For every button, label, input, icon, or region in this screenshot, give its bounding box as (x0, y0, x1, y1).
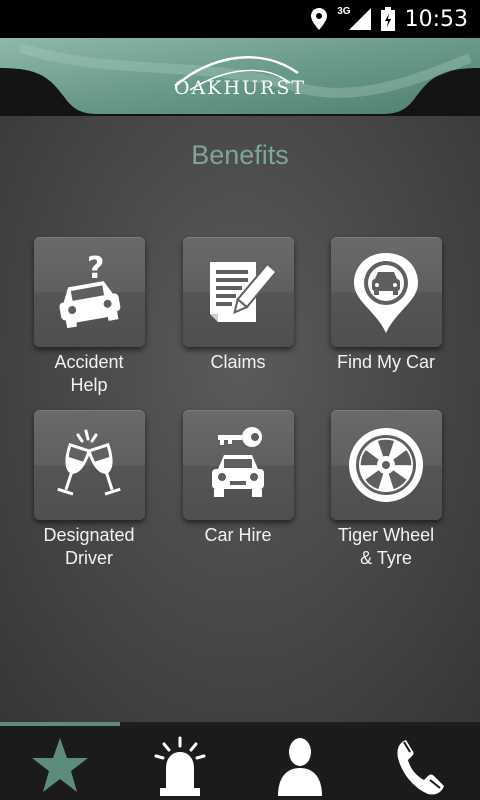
benefit-tile-button[interactable] (182, 410, 294, 520)
tab-profile[interactable] (240, 726, 360, 800)
benefit-car-hire[interactable]: Car Hire (163, 410, 313, 547)
app-header: OAKHURST (0, 38, 480, 116)
benefits-screen: Benefits ? Accident Help Claims Find My … (0, 116, 480, 722)
phone-icon (397, 740, 444, 795)
benefit-label: Claims (210, 352, 266, 372)
benefit-tile-button[interactable] (330, 237, 442, 347)
benefit-label: Tiger Wheel & Tyre (337, 525, 435, 568)
signal-icon (348, 8, 371, 30)
page-title: Benefits (191, 140, 289, 170)
star-icon (32, 738, 88, 792)
benefit-label: Accident Help (54, 352, 124, 395)
benefit-label: Find My Car (336, 352, 435, 372)
tab-call[interactable] (360, 726, 480, 800)
oakhurst-logo: OAKHURST (173, 77, 307, 99)
benefit-label: Designated Driver (43, 525, 135, 568)
benefit-tile-button[interactable]: ? (33, 237, 145, 347)
battery-icon (380, 7, 395, 31)
person-icon (278, 738, 322, 796)
benefit-claims[interactable]: Claims (163, 237, 313, 374)
bottom-tab-bar (0, 726, 480, 800)
siren-icon (154, 736, 206, 796)
wheel-icon (349, 428, 423, 502)
benefit-tile-button[interactable] (182, 237, 294, 347)
benefit-tile-button[interactable] (33, 410, 145, 520)
accident-car-icon: ? (59, 252, 121, 329)
benefit-tiger-wheel-tyre[interactable]: Tiger Wheel & Tyre (311, 410, 461, 570)
benefit-find-my-car[interactable]: Find My Car (311, 237, 461, 374)
claims-document-icon (210, 262, 278, 322)
benefit-accident-help[interactable]: ? Accident Help (14, 237, 164, 397)
tab-benefits[interactable] (0, 726, 120, 800)
wine-glasses-icon (57, 429, 121, 496)
benefit-tile-button[interactable] (330, 410, 442, 520)
svg-text:?: ? (87, 252, 104, 286)
car-location-pin-icon (354, 253, 418, 333)
car-key-icon (212, 427, 264, 497)
benefit-designated-driver[interactable]: Designated Driver (14, 410, 164, 570)
location-icon (311, 8, 328, 30)
clock: 10:53 (404, 6, 468, 32)
benefit-label: Car Hire (204, 525, 272, 545)
network-type: 3G (337, 5, 351, 17)
status-bar: 3G 10:53 (0, 0, 480, 38)
tab-emergency[interactable] (120, 726, 240, 800)
